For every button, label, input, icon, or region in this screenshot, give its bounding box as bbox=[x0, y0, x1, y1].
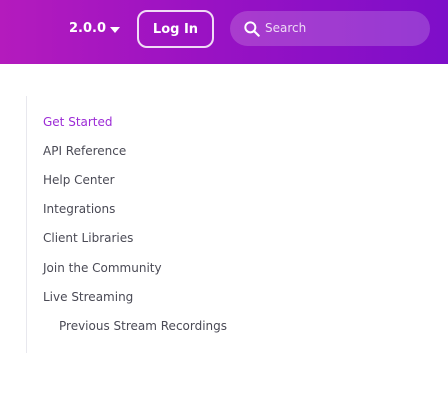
sidebar-item-help-center[interactable]: Help Center bbox=[43, 170, 115, 190]
version-label: 2.0.0 bbox=[69, 20, 107, 36]
sidebar-item-client-libraries[interactable]: Client Libraries bbox=[43, 228, 133, 248]
sidebar-item-join-community[interactable]: Join the Community bbox=[43, 258, 162, 278]
top-navbar: 2.0.0 Log In bbox=[0, 0, 448, 64]
sidebar-nav: Get Started API Reference Help Center In… bbox=[26, 96, 286, 353]
search-box[interactable] bbox=[230, 11, 430, 46]
sidebar-item-integrations[interactable]: Integrations bbox=[43, 199, 115, 219]
sidebar-item-live-streaming[interactable]: Live Streaming bbox=[43, 287, 133, 307]
sidebar-item-api-reference[interactable]: API Reference bbox=[43, 141, 126, 161]
sidebar-item-get-started[interactable]: Get Started bbox=[43, 112, 113, 132]
caret-down-icon bbox=[110, 26, 121, 33]
sidebar-subitem-previous-stream-recordings[interactable]: Previous Stream Recordings bbox=[59, 316, 227, 336]
search-icon bbox=[244, 21, 260, 37]
search-input[interactable] bbox=[265, 17, 420, 39]
login-button[interactable]: Log In bbox=[137, 10, 214, 48]
version-dropdown[interactable]: 2.0.0 bbox=[69, 18, 121, 38]
